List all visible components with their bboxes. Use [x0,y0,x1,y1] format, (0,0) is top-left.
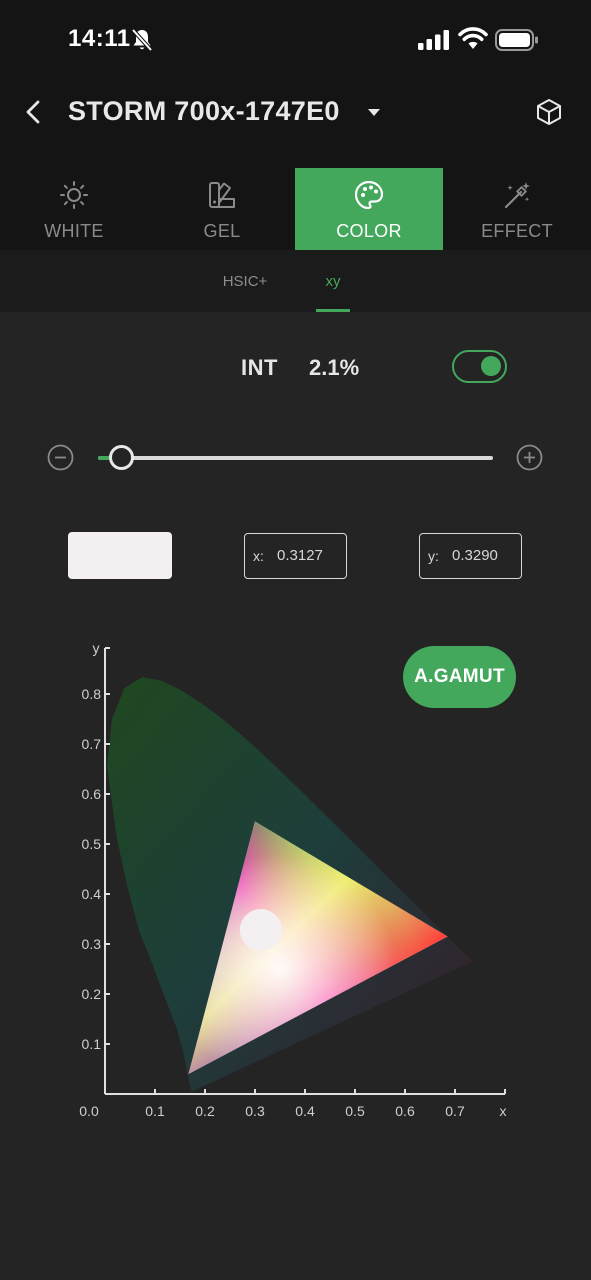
x-tick-label: 0.6 [395,1103,415,1119]
sub-tabs: HSIC+ xy [0,250,591,312]
tab-color[interactable]: COLOR [295,168,443,250]
tab-white-label: WHITE [44,221,104,241]
color-preview-swatch [68,532,172,579]
subtab-xy[interactable]: xy [316,250,350,312]
y-coordinate-label: y: [428,548,439,564]
tab-effect[interactable]: EFFECT [443,168,591,250]
wifi-icon [458,27,488,49]
subtab-xy-label: xy [325,273,341,290]
active-tab-indicator [316,309,350,312]
x-axis-label: x [500,1103,507,1119]
x-coordinate-label: x: [253,548,264,564]
y-tick-label: 0.5 [82,836,102,852]
y-coordinate-field[interactable]: y: 0.3290 [419,533,522,579]
palette-icon [354,180,384,210]
y-coordinate-value: 0.3290 [452,547,498,564]
tab-gel-label: GEL [203,221,241,241]
device-title[interactable]: STORM 700x-1747E0 [68,96,340,127]
caret-down-icon[interactable] [368,109,380,117]
x-tick-label: 0.4 [295,1103,315,1119]
signal-icon [418,30,449,50]
selected-color-point[interactable] [239,909,282,951]
y-axis-label: y [93,640,100,656]
subtab-hsic[interactable]: HSIC+ [214,250,276,312]
status-bar: 14:11 [0,0,591,80]
y-tick-label: 0.4 [82,886,102,902]
tab-gel[interactable]: GEL [148,168,296,250]
toggle-knob [481,356,501,376]
x-coordinate-value: 0.3127 [277,547,323,564]
minus-icon[interactable] [47,444,74,471]
x-coordinate-field[interactable]: x: 0.3127 [244,533,347,579]
origin-label: 0.0 [79,1103,99,1119]
y-tick-label: 0.6 [82,786,102,802]
y-tick-label: 0.1 [82,1036,102,1052]
cie-xy-chart[interactable]: 0.1 0.2 0.3 0.4 0.5 0.6 0.7 x 0.1 0.2 0.3 0.4 0.5 0.6… [0,630,591,1130]
bell-muted-icon [131,28,153,52]
x-tick-label: 0.3 [245,1103,265,1119]
gamut-button[interactable]: A.GAMUT [403,646,516,708]
app-header: STORM 700x-1747E0 [0,80,591,168]
intensity-slider-thumb[interactable] [109,445,135,470]
intensity-value: 2.1% [309,355,360,380]
y-tick-label: 0.3 [82,936,102,952]
intensity-label: INT [241,355,278,380]
magic-wand-icon [504,182,530,209]
x-tick-label: 0.1 [145,1103,165,1119]
mode-tabs: WHITE GEL COLOR EFFECT [0,168,591,250]
x-tick-label: 0.7 [445,1103,465,1119]
x-tick-label: 0.5 [345,1103,365,1119]
subtab-hsic-label: HSIC+ [222,273,268,290]
tab-color-label: COLOR [336,221,402,241]
intensity-slider-track[interactable] [98,456,493,460]
plus-icon[interactable] [516,444,543,471]
chevron-left-icon[interactable] [22,98,46,126]
y-tick-label: 0.7 [82,736,102,752]
swatch-book-icon [209,182,235,208]
x-tick-label: 0.2 [195,1103,215,1119]
intensity-toggle[interactable] [452,350,507,383]
tab-white[interactable]: WHITE [0,168,148,250]
battery-icon [495,29,538,51]
cube-icon[interactable] [536,98,562,126]
y-tick-label: 0.2 [82,986,102,1002]
sun-icon [60,181,88,209]
status-time: 14:11 [68,25,131,52]
tab-effect-label: EFFECT [481,221,553,241]
y-tick-label: 0.8 [82,686,102,702]
